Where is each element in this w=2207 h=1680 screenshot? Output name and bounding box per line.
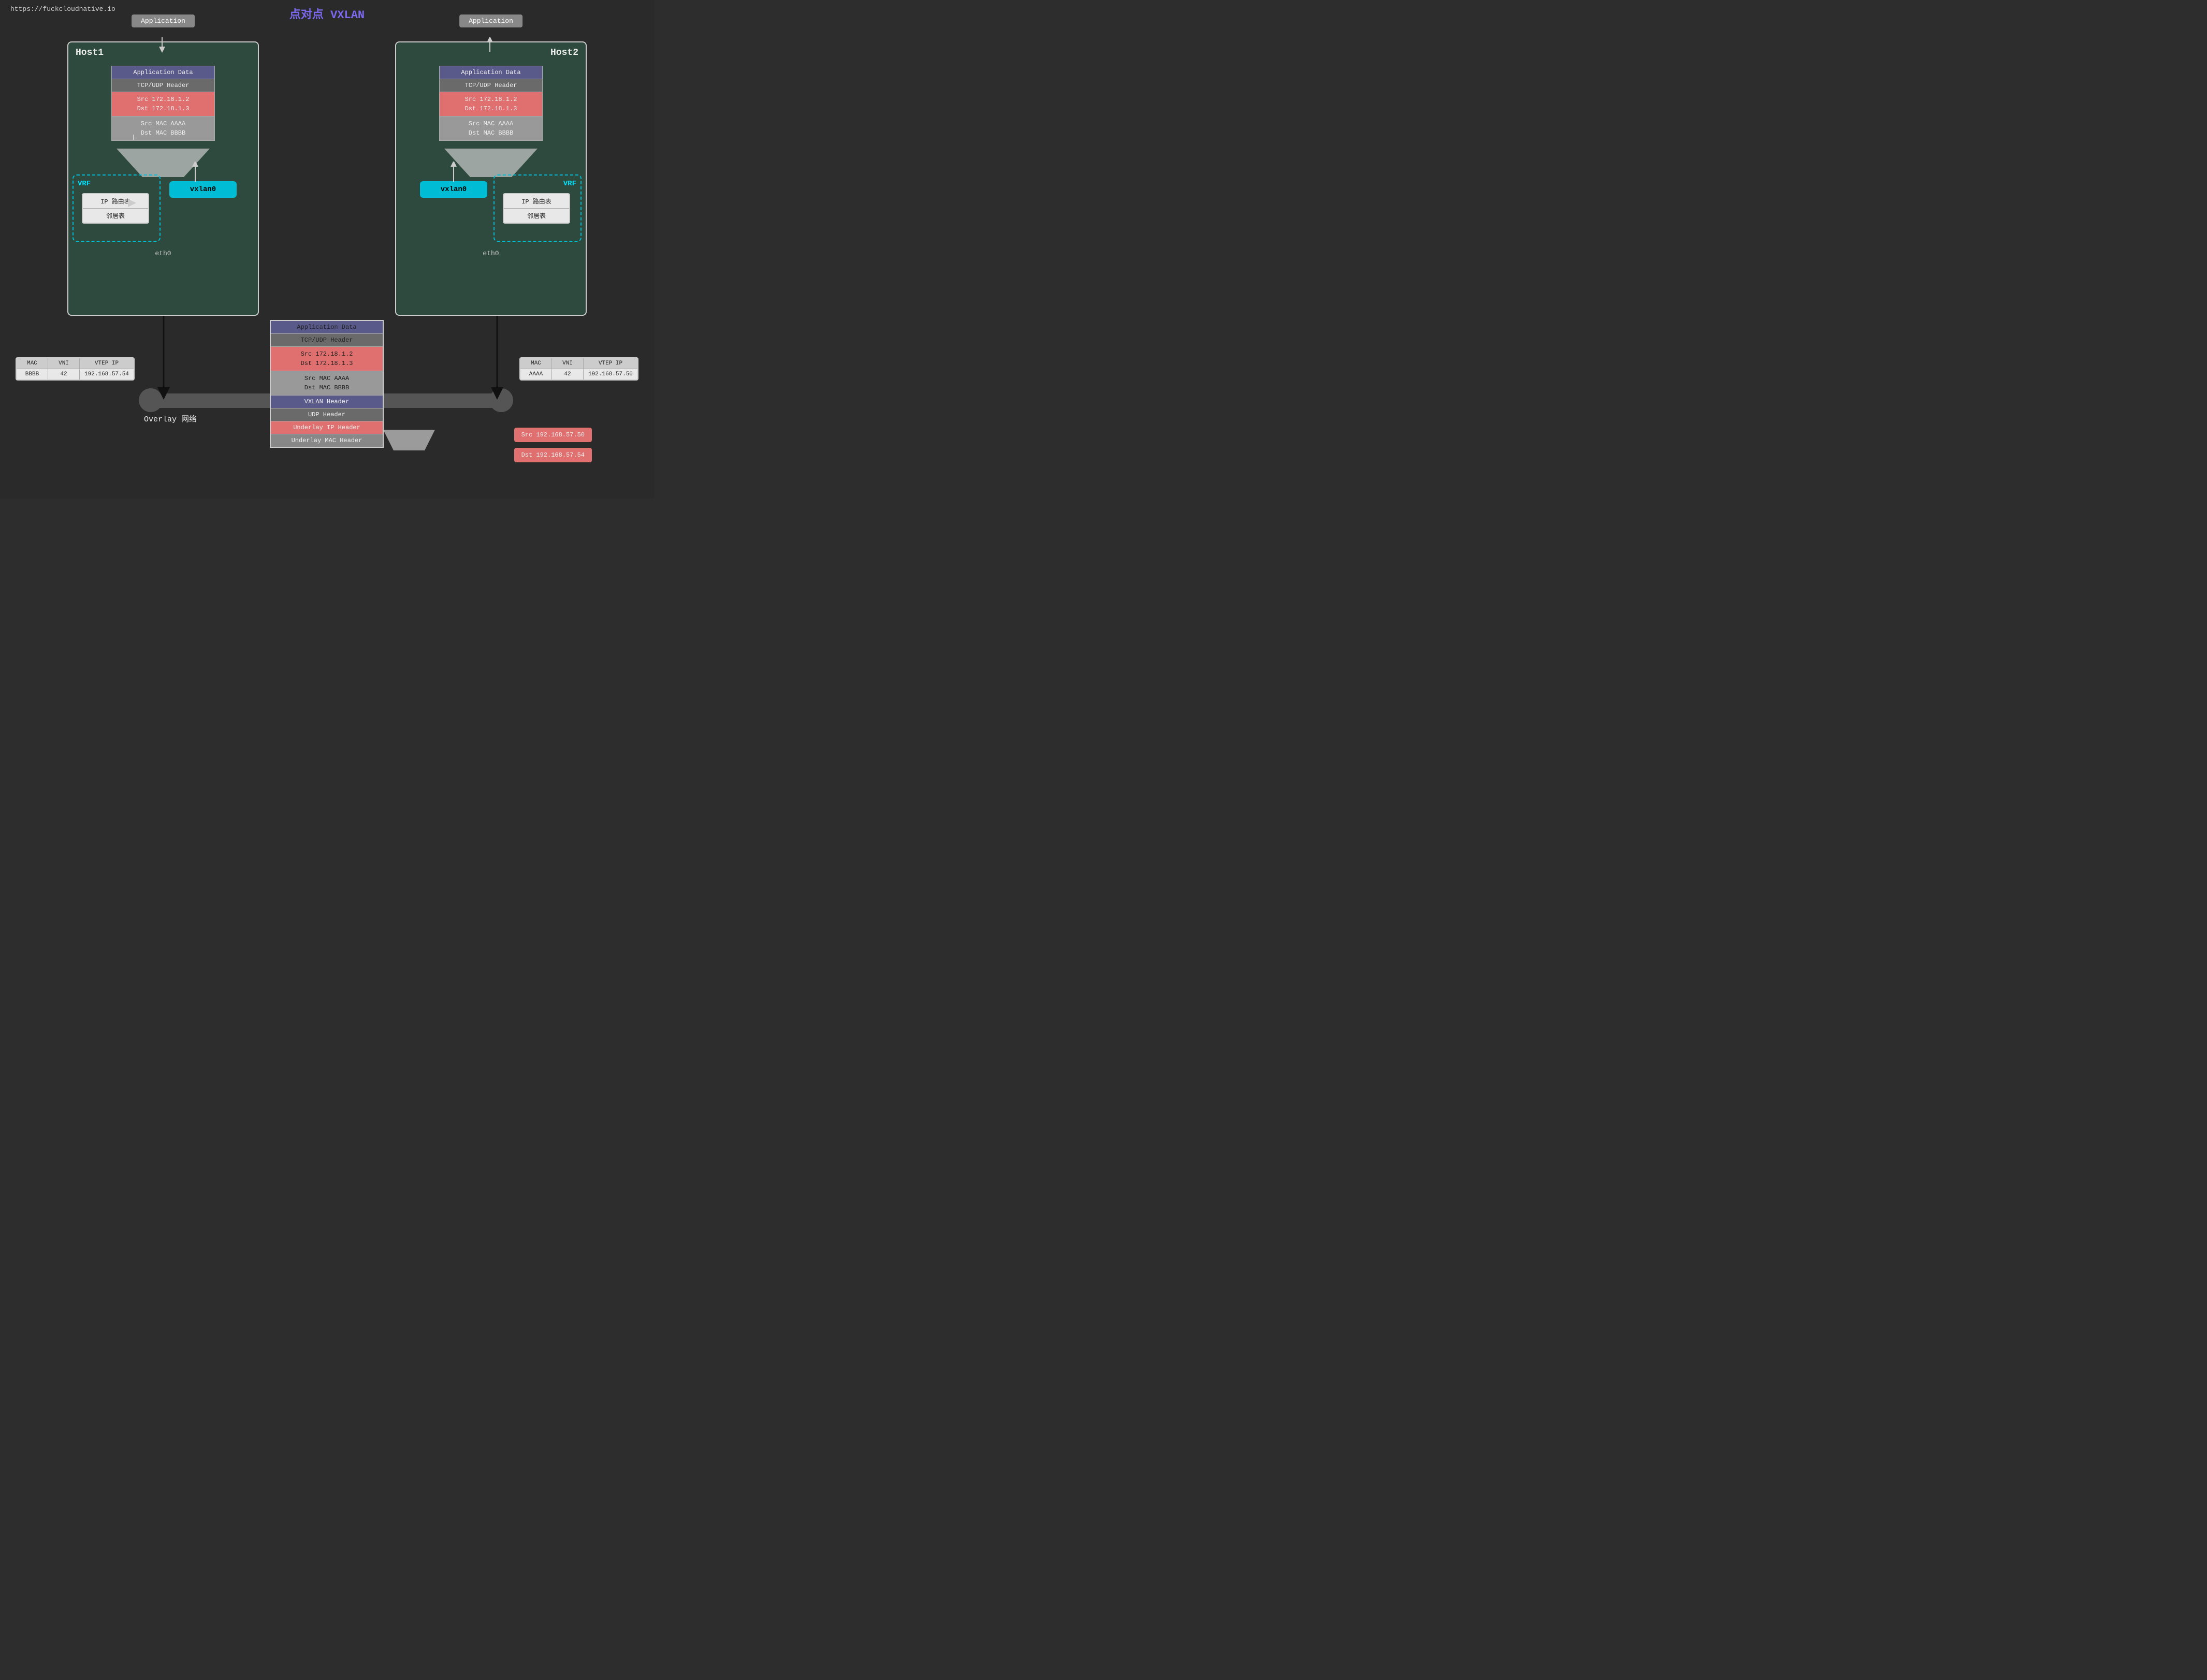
host2-app-data: Application Data [440,66,542,79]
host2-mac-table-header: MAC VNI VTEP IP [520,358,637,369]
page-url: https://fuckcloudnative.io [10,5,115,13]
center-udp-header: UDP Header [271,408,383,421]
host2-vtep-col: VTEP IP [584,358,637,369]
host1-vxlan0: vxlan0 [169,181,237,198]
tunnel-left-connector [139,388,163,412]
center-tcp-header: TCP/UDP Header [271,334,383,347]
host2-application-box: Application [459,14,522,27]
host2-mac-val: AAAA [520,369,552,379]
underlay-src-box: Src 192.168.57.50 [514,428,592,442]
host2-neighbor-table: 邻居表 [504,209,569,223]
host2-ip-header: Src 172.18.1.2Dst 172.18.1.3 [440,92,542,116]
host2-vrf-box: VRF IP 路由表 邻居表 [493,174,582,242]
host1-mac-val: BBBB [17,369,48,379]
host1-label: Host1 [76,48,104,58]
center-vxlan-header: VXLAN Header [271,396,383,408]
host2-vrf-label: VRF [563,180,576,188]
underlay-funnel [383,430,435,450]
center-ip-header: Src 172.18.1.2Dst 172.18.1.3 [271,347,383,371]
host1-mac-col: MAC [17,358,48,369]
host1-vtep-val: 192.168.57.54 [80,369,134,379]
host1-box: Host1 Application Application Data TCP/U… [67,41,259,316]
center-underlay-mac: Underlay MAC Header [271,434,383,447]
center-app-data: Application Data [271,321,383,334]
host2-mac-table: MAC VNI VTEP IP AAAA 42 192.168.57.50 [519,357,638,381]
host1-app-arrow [154,37,170,53]
host2-box: Host2 Application Application Data TCP/U… [395,41,587,316]
host1-mac-table-header: MAC VNI VTEP IP [17,358,134,369]
host1-mac-table: MAC VNI VTEP IP BBBB 42 192.168.57.54 [16,357,135,381]
host2-mac-col: MAC [520,358,552,369]
host2-label: Host2 [550,48,578,58]
host1-ip-routing-table: IP 路由表 [83,194,148,209]
host1-mac-row: BBBB 42 192.168.57.54 [17,369,134,379]
host2-vrf-table: IP 路由表 邻居表 [503,193,570,224]
tunnel-right-connector [489,388,513,412]
host1-app-data: Application Data [112,66,214,79]
host2-mac-row: AAAA 42 192.168.57.50 [520,369,637,379]
host1-ip-header: Src 172.18.1.2Dst 172.18.1.3 [112,92,214,116]
center-packet: Application Data TCP/UDP Header Src 172.… [270,320,384,448]
host2-vxlan0: vxlan0 [420,181,487,198]
host2-packet-stack: Application Data TCP/UDP Header Src 172.… [439,66,543,141]
host2-tcp-header: TCP/UDP Header [440,79,542,92]
host1-vni-col: VNI [48,358,80,369]
host1-vrf-label: VRF [78,180,91,188]
page-title: 点对点 VXLAN [289,5,365,22]
host1-mac-header: Src MAC AAAADst MAC BBBB [112,116,214,140]
host2-vtep-val: 192.168.57.50 [584,369,637,379]
host1-vrf-table: IP 路由表 邻居表 [82,193,149,224]
underlay-dst-box: Dst 192.168.57.54 [514,448,592,462]
host2-mac-header: Src MAC AAAADst MAC BBBB [440,116,542,140]
center-mac-header: Src MAC AAAADst MAC BBBB [271,371,383,396]
host1-vrf-box: VRF IP 路由表 邻居表 [72,174,161,242]
overlay-label: Overlay 网络 [144,413,197,424]
host2-ip-routing-table: IP 路由表 [504,194,569,209]
host1-funnel [117,149,210,177]
host2-vni-col: VNI [552,358,584,369]
host1-eth0-label: eth0 [155,250,171,257]
host2-funnel [444,149,538,177]
center-underlay-ip: Underlay IP Header [271,421,383,434]
host2-eth0-label: eth0 [483,250,499,257]
host1-application-box: Application [132,14,195,27]
host1-vni-val: 42 [48,369,80,379]
host1-tcp-header: TCP/UDP Header [112,79,214,92]
host1-vtep-col: VTEP IP [80,358,134,369]
host1-packet-stack: Application Data TCP/UDP Header Src 172.… [111,66,215,141]
host1-neighbor-table: 邻居表 [83,209,148,223]
host2-app-arrow [482,37,498,53]
host2-vni-val: 42 [552,369,584,379]
